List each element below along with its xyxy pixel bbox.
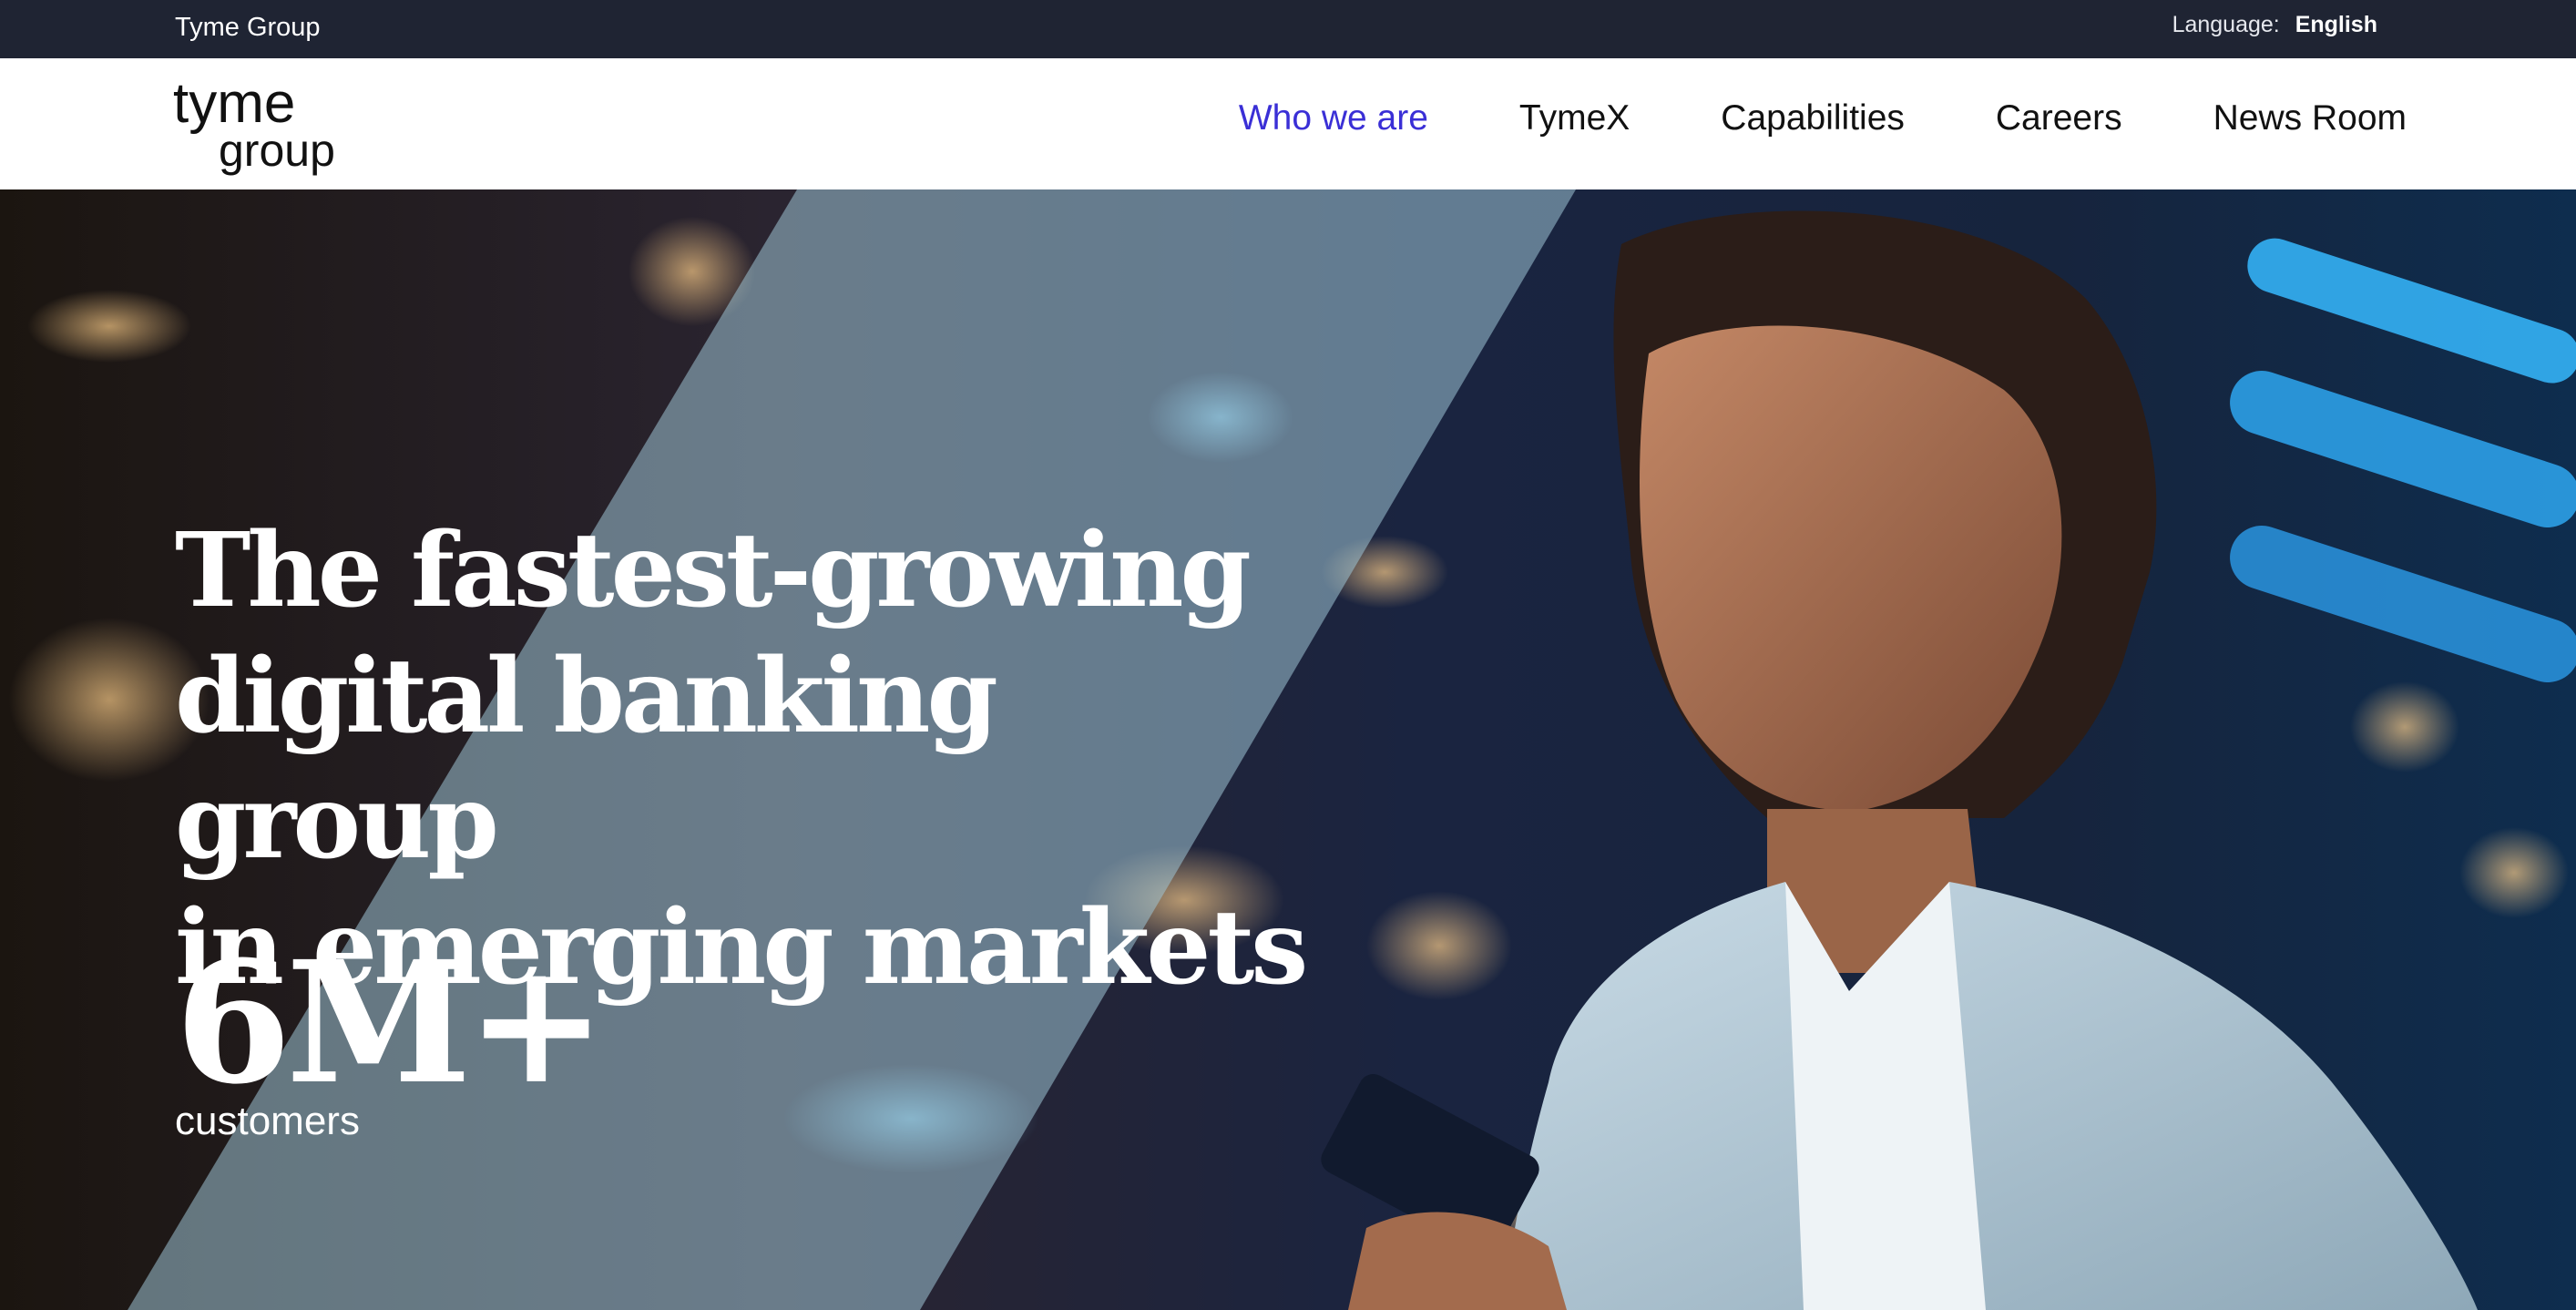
nav-item-capabilities[interactable]: Capabilities (1721, 98, 1905, 138)
language-selector[interactable]: Language: English (2172, 12, 2377, 38)
language-label: Language: (2172, 12, 2280, 37)
headline-line-2: digital banking group (175, 637, 998, 882)
nav-item-who-we-are[interactable]: Who we are (1239, 98, 1428, 138)
hero-banner: The fastest-growing digital banking grou… (0, 189, 2576, 1310)
nav-item-news-room[interactable]: News Room (2213, 98, 2407, 138)
nav-item-careers[interactable]: Careers (1996, 98, 2122, 138)
logo-icon: tyme group (173, 72, 335, 176)
logo-wordmark-bottom: group (219, 125, 335, 176)
nav-item-tymex[interactable]: TymeX (1519, 98, 1630, 138)
tyme-group-logo[interactable]: tyme group (173, 69, 337, 182)
primary-nav: Who we are TymeX Capabilities Careers Ne… (1239, 98, 2407, 138)
headline-line-1: The fastest-growing (175, 511, 1252, 630)
main-header: tyme group Who we are TymeX Capabilities… (0, 58, 2576, 190)
stat-value: 6M+ (175, 925, 607, 1121)
language-value[interactable]: English (2295, 12, 2377, 37)
group-brand-text[interactable]: Tyme Group (175, 13, 321, 43)
customer-stat: 6M+ customers (175, 925, 607, 1144)
top-utility-bar: Tyme Group Language: English (0, 0, 2576, 58)
